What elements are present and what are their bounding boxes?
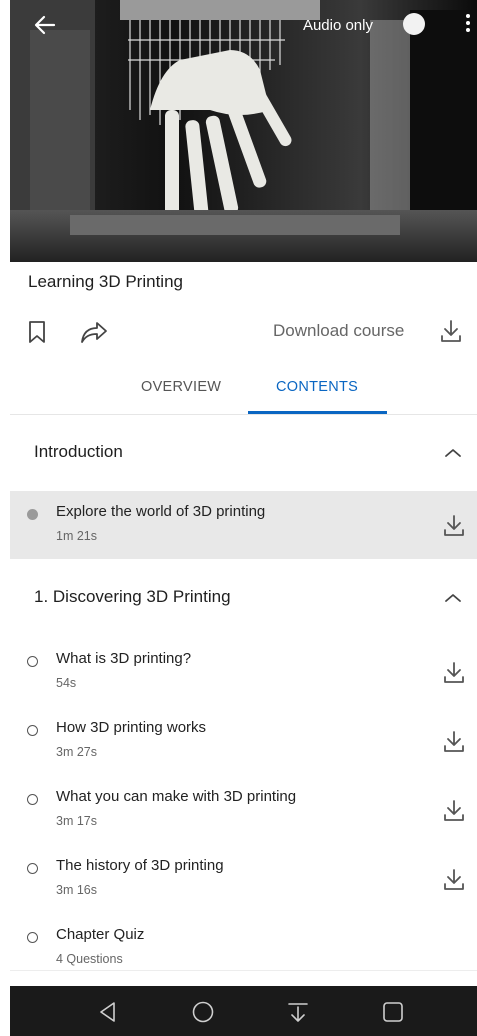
quiz-question-count: 4 Questions [56, 952, 123, 966]
active-tab-indicator [248, 411, 387, 414]
list-item[interactable]: What is 3D printing? 54s [10, 638, 477, 706]
audio-only-label: Audio only [302, 17, 373, 34]
video-duration: 3m 17s [56, 814, 97, 828]
unwatched-indicator [27, 725, 38, 736]
course-title: Learning 3D Printing [28, 272, 183, 291]
share-icon[interactable] [80, 320, 108, 344]
video-title: What is 3D printing? [56, 650, 192, 667]
video-duration: 54s [56, 676, 77, 690]
video-title: What you can make with 3D printing [56, 788, 297, 805]
section-title: Introduction [34, 442, 123, 461]
nav-notification-icon[interactable] [286, 1000, 310, 1024]
video-duration: 3m 27s [56, 745, 97, 759]
download-icon[interactable] [438, 318, 464, 344]
download-icon[interactable] [442, 867, 466, 891]
video-thumbnail [10, 0, 477, 262]
video-duration: 3m 16s [56, 883, 97, 897]
tab-overview[interactable]: OVERVIEW [141, 379, 221, 395]
nav-home-icon[interactable] [191, 1000, 215, 1024]
nav-back-icon[interactable] [96, 1000, 120, 1024]
download-course-button[interactable]: Download course [273, 321, 404, 341]
video-player[interactable]: Audio only [10, 0, 477, 262]
section-header-introduction[interactable]: Introduction [10, 422, 477, 482]
nav-recents-icon[interactable] [381, 1000, 405, 1024]
current-indicator-dot [27, 509, 38, 520]
back-arrow-icon[interactable] [32, 12, 58, 38]
download-icon[interactable] [442, 798, 466, 822]
list-item[interactable]: Explore the world of 3D printing 1m 21s [10, 491, 477, 559]
download-icon[interactable] [442, 729, 466, 753]
video-title: The history of 3D printing [56, 857, 224, 874]
more-vert-icon[interactable] [463, 14, 473, 36]
quiz-title: Chapter Quiz [56, 926, 145, 943]
audio-only-toggle[interactable] [403, 13, 425, 35]
list-item[interactable]: How 3D printing works 3m 27s [10, 707, 477, 775]
video-title: Explore the world of 3D printing [56, 503, 266, 520]
list-item[interactable]: Chapter Quiz 4 Questions [10, 914, 477, 982]
list-item[interactable]: The history of 3D printing 3m 16s [10, 845, 477, 913]
unwatched-indicator [27, 656, 38, 667]
download-icon[interactable] [442, 660, 466, 684]
divider [10, 970, 477, 971]
section-title: 1. Discovering 3D Printing [34, 587, 231, 606]
chevron-up-icon[interactable] [442, 590, 464, 604]
tab-contents[interactable]: CONTENTS [276, 379, 358, 395]
tab-bar: OVERVIEW CONTENTS [10, 364, 477, 415]
unwatched-indicator [27, 794, 38, 805]
download-icon[interactable] [442, 513, 466, 537]
unwatched-indicator [27, 932, 38, 943]
bookmark-icon[interactable] [26, 320, 48, 344]
system-navigation-bar [10, 986, 477, 1036]
video-title: How 3D printing works [56, 719, 207, 736]
section-header-discovering-3d-printing[interactable]: 1. Discovering 3D Printing [10, 567, 477, 627]
chevron-up-icon[interactable] [442, 445, 464, 459]
video-duration: 1m 21s [56, 529, 97, 543]
unwatched-indicator [27, 863, 38, 874]
list-item[interactable]: What you can make with 3D printing 3m 17… [10, 776, 477, 844]
